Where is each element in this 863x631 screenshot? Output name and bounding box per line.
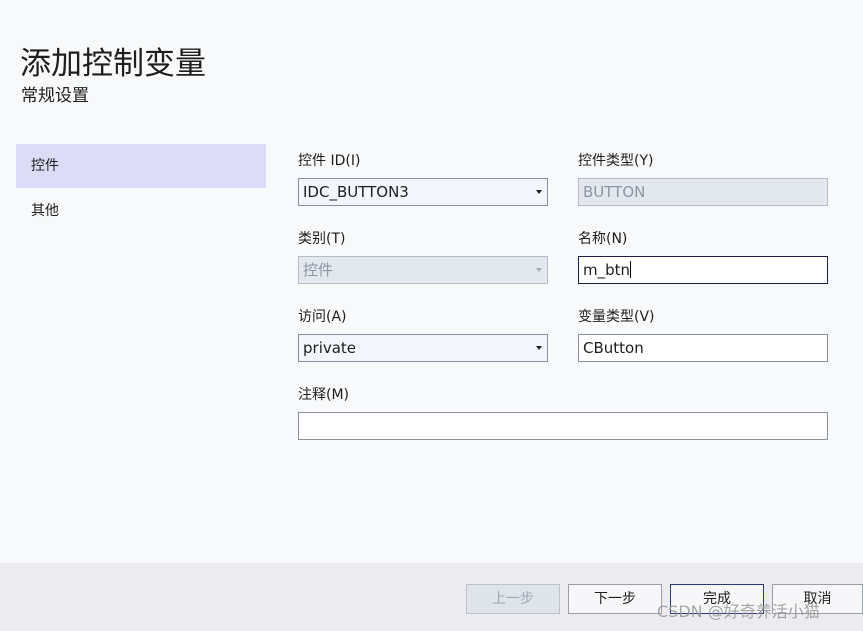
text-cursor — [630, 261, 632, 278]
access-dropdown[interactable]: private — [298, 334, 548, 362]
comment-input[interactable] — [298, 412, 828, 440]
category-dropdown: 控件 — [298, 256, 548, 284]
name-label: 名称(N) — [578, 231, 628, 247]
category-value: 控件 — [303, 261, 334, 279]
control-type-label: 控件类型(Y) — [578, 153, 654, 169]
control-id-label: 控件 ID(I) — [298, 153, 361, 169]
control-type-field: BUTTON — [578, 178, 828, 206]
name-input[interactable]: m_btn — [578, 256, 828, 284]
variable-type-label: 变量类型(V) — [578, 309, 655, 325]
variable-type-input[interactable]: CButton — [578, 334, 828, 362]
chevron-down-icon — [536, 346, 542, 350]
dialog-title: 添加控制变量 — [20, 46, 206, 82]
control-id-value: IDC_BUTTON3 — [303, 183, 409, 201]
chevron-down-icon — [536, 268, 542, 272]
dialog-subtitle: 常规设置 — [21, 86, 89, 106]
access-label: 访问(A) — [298, 309, 347, 325]
control-id-dropdown[interactable]: IDC_BUTTON3 — [298, 178, 548, 206]
prev-button[interactable]: 上一步 — [466, 584, 560, 614]
name-value: m_btn — [583, 261, 631, 279]
chevron-down-icon — [536, 190, 542, 194]
next-button[interactable]: 下一步 — [568, 584, 662, 614]
category-label: 类别(T) — [298, 231, 346, 247]
control-type-value: BUTTON — [583, 183, 646, 201]
comment-label: 注释(M) — [298, 387, 350, 403]
sidebar-item-other[interactable]: 其他 — [16, 189, 266, 233]
variable-type-value: CButton — [583, 339, 644, 357]
sidebar-item-label: 其他 — [31, 203, 59, 219]
sidebar-item-label: 控件 — [31, 158, 59, 174]
access-value: private — [303, 339, 357, 357]
watermark: CSDN @好奇养活小猫 — [657, 602, 820, 621]
sidebar-item-controls[interactable]: 控件 — [16, 144, 266, 188]
